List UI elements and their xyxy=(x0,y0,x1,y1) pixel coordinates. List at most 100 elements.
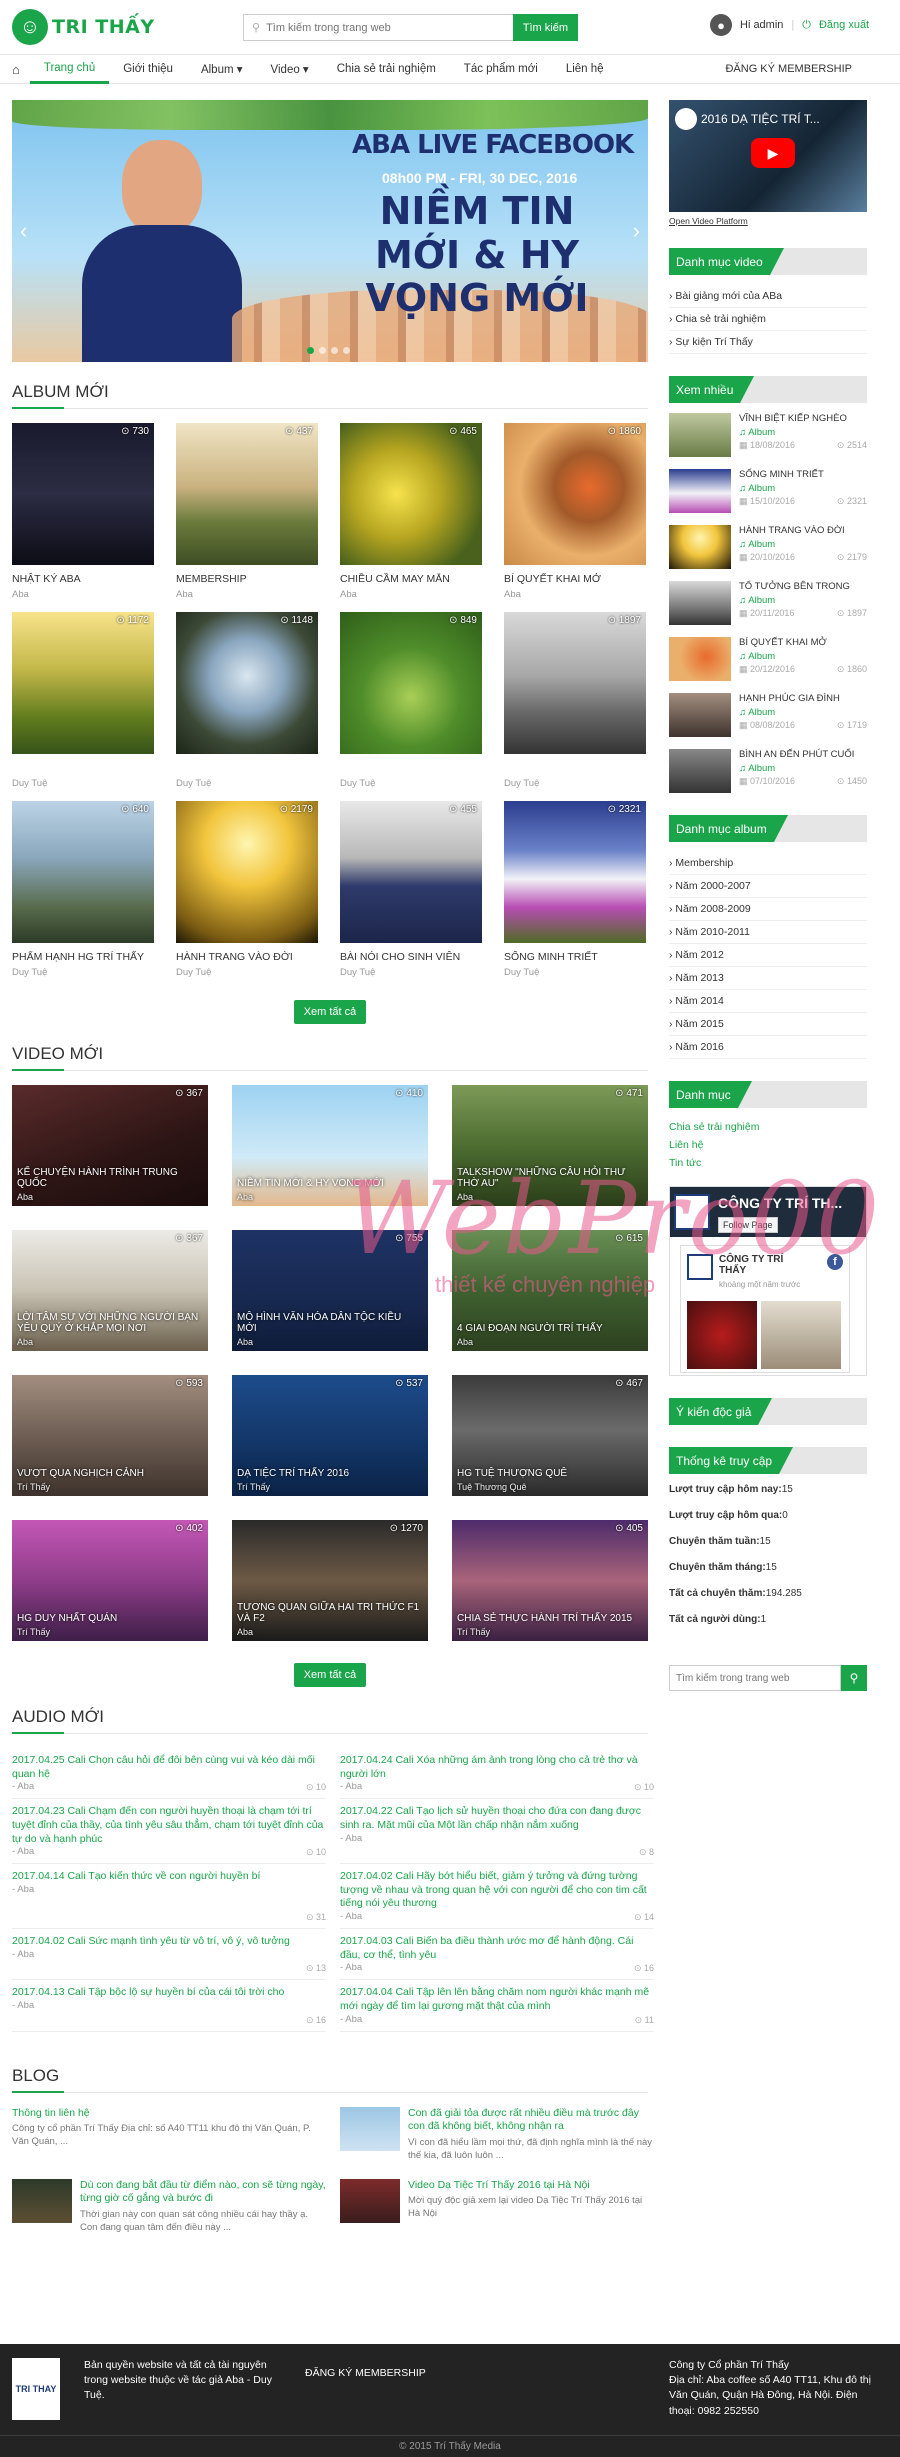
home-icon[interactable]: ⌂ xyxy=(12,55,30,84)
blog-title[interactable]: Video Dạ Tiệc Trí Thấy 2016 tại Hà Nội xyxy=(408,2179,654,2193)
album-card[interactable]: ⊙ 465 CHIỀU CẦM MAY MẮN Aba xyxy=(340,423,482,600)
video-name[interactable]: VƯỢT QUA NGHỊCH CẢNH xyxy=(17,1468,203,1479)
album-name[interactable]: BÍ QUYẾT KHAI MỞ xyxy=(504,573,646,586)
album-name[interactable]: PHẨM HẠNH HG TRÍ THẤY xyxy=(12,951,154,964)
video-card[interactable]: ⊙ 467 HG Tuệ Thượng Quê Tuệ Thương Quê xyxy=(452,1375,648,1496)
video-name[interactable]: DẠ TIỆC TRÍ THẤY 2016 xyxy=(237,1468,423,1479)
video-card[interactable]: ⊙ 537 DẠ TIỆC TRÍ THẤY 2016 Trí Thấy xyxy=(232,1375,428,1496)
popular-category[interactable]: ♫ Album xyxy=(739,539,867,550)
audio-title[interactable]: 2017.04.24 Cali Xóa những ám ảnh trong l… xyxy=(340,1754,654,1781)
popular-item[interactable]: HÀNH TRANG VÀO ĐỜI ♫ Album ▦ 20/10/2016 ⊙ 2… xyxy=(669,525,867,569)
album-name[interactable]: CHIỀU CẦM MAY MẮN xyxy=(340,573,482,586)
video-thumbnail[interactable]: ⊙ 467 HG Tuệ Thượng Quê Tuệ Thương Quê xyxy=(452,1375,648,1496)
video-thumbnail[interactable]: ⊙ 367 KỂ CHUYỆN HÀNH TRÌNH TRUNG QUỐC Aba xyxy=(12,1085,208,1206)
album-thumbnail[interactable]: ⊙ 1860 xyxy=(504,423,646,565)
membership-link[interactable]: ĐĂNG KÝ MEMBERSHIP xyxy=(725,63,852,75)
album-name[interactable]: SỐNG MINH TRIẾT xyxy=(504,951,646,964)
popular-item[interactable]: TỔ TƯỞNG BÊN TRONG ♫ Album ▦ 20/11/2016 ⊙ 1… xyxy=(669,581,867,625)
popular-title[interactable]: BÌNH AN ĐẾN PHÚT CUỐI xyxy=(739,749,867,760)
audio-title[interactable]: 2017.04.02 Cali Sức mạnh tình yêu từ vô … xyxy=(12,1935,326,1949)
video-name[interactable]: NIỀM TIN MỚI & HY VỌNG MỚI xyxy=(237,1178,423,1189)
video-category-link[interactable]: Bài giảng mới của ABa xyxy=(669,285,867,308)
popular-category-label[interactable]: Album xyxy=(748,539,775,550)
video-thumbnail[interactable]: ⊙ 410 NIỀM TIN MỚI & HY VỌNG MỚI Aba xyxy=(232,1085,428,1206)
nav-item-works[interactable]: Tác phẩm mới xyxy=(450,55,552,84)
audio-item[interactable]: 2017.04.23 Cali Chạm đến con người huyền… xyxy=(12,1799,326,1865)
audio-item[interactable]: 2017.04.02 Cali Hãy bớt hiểu biết, giảm … xyxy=(340,1864,654,1930)
blog-item[interactable]: Dù con đang bắt đầu từ điểm nào, con sẽ … xyxy=(12,2178,326,2235)
popular-item[interactable]: SỐNG MINH TRIẾT ♫ Album ▦ 15/10/2016 ⊙ 2321 xyxy=(669,469,867,513)
album-category-link[interactable]: Năm 2015 xyxy=(669,1013,867,1036)
album-name[interactable] xyxy=(176,762,318,775)
album-view-all-button[interactable]: Xem tất cả xyxy=(293,1000,367,1024)
video-name[interactable]: MÔ HÌNH VĂN HÓA DÂN TỘC KIỀU MỚI xyxy=(237,1312,423,1334)
popular-category-label[interactable]: Album xyxy=(748,763,775,774)
album-card[interactable]: ⊙ 1148 Duy Tuệ xyxy=(176,612,318,789)
audio-item[interactable]: 2017.04.04 Cali Tập lên lên bằng chăm no… xyxy=(340,1980,654,2032)
fb-post-image[interactable] xyxy=(761,1301,841,1369)
album-category-link[interactable]: Membership xyxy=(669,852,867,875)
popular-image[interactable] xyxy=(669,581,731,625)
blog-image[interactable] xyxy=(340,2178,400,2223)
popular-image[interactable] xyxy=(669,749,731,793)
carousel-dot[interactable] xyxy=(343,347,350,354)
video-thumbnail[interactable]: ⊙ 471 TALKSHOW "NHỮNG CÂU HỎI THƯ THỜ AU"… xyxy=(452,1085,648,1206)
popular-title[interactable]: VĨNH BIỆT KIẾP NGHÈO xyxy=(739,413,867,424)
popular-title[interactable]: BÍ QUYẾT KHAI MỞ xyxy=(739,637,867,648)
album-name[interactable] xyxy=(504,762,646,775)
nav-item-video[interactable]: Video ▾ xyxy=(257,55,323,84)
audio-title[interactable]: 2017.04.22 Cali Tạo lịch sử huyền thoại … xyxy=(340,1805,654,1832)
nav-item-home[interactable]: Trang chủ xyxy=(29,55,110,84)
next-arrow-icon[interactable]: › xyxy=(633,218,640,244)
album-name[interactable]: BÀI NÓI CHO SINH VIÊN xyxy=(340,951,482,964)
video-name[interactable]: HG Duy Nhất Quán xyxy=(17,1613,203,1624)
popular-image[interactable] xyxy=(669,693,731,737)
logo[interactable]: ☺ TRI THẤY xyxy=(12,9,155,45)
blog-title[interactable]: Con đã giải tỏa được rất nhiều điều mà t… xyxy=(408,2107,654,2134)
video-card[interactable]: ⊙ 755 MÔ HÌNH VĂN HÓA DÂN TỘC KIỀU MỚI Aba xyxy=(232,1230,428,1351)
album-card[interactable]: ⊙ 730 NHẬT KÝ ABA Aba xyxy=(12,423,154,600)
video-name[interactable]: LỜI TÂM SỰ VỚI NHỮNG NGƯỜI BẠN YÊU QUÝ Ở… xyxy=(17,1312,203,1334)
album-thumbnail[interactable]: ⊙ 1148 xyxy=(176,612,318,754)
album-card[interactable]: ⊙ 1172 Duy Tuệ xyxy=(12,612,154,789)
audio-title[interactable]: 2017.04.14 Cali Tạo kiến thức về con ngư… xyxy=(12,1870,326,1884)
blog-image[interactable] xyxy=(340,2106,400,2151)
video-card[interactable]: ⊙ 593 VƯỢT QUA NGHỊCH CẢNH Trí Thấy xyxy=(12,1375,208,1496)
prev-arrow-icon[interactable]: ‹ xyxy=(20,218,27,244)
user-greeting[interactable]: Hi admin xyxy=(740,19,783,31)
popular-image[interactable] xyxy=(669,413,731,457)
popular-category[interactable]: ♫ Album xyxy=(739,483,867,494)
audio-item[interactable]: 2017.04.13 Cali Tập bộc lộ sự huyền bí c… xyxy=(12,1980,326,2032)
popular-image[interactable] xyxy=(669,637,731,681)
popular-category[interactable]: ♫ Album xyxy=(739,427,867,438)
play-icon[interactable]: ▶ xyxy=(751,138,795,168)
search-button[interactable]: Tìm kiếm xyxy=(512,14,578,41)
popular-item[interactable]: VĨNH BIỆT KIẾP NGHÈO ♫ Album ▦ 18/08/2016 ⊙… xyxy=(669,413,867,457)
audio-title[interactable]: 2017.04.04 Cali Tập lên lên bằng chăm no… xyxy=(340,1986,654,2013)
logout-link[interactable]: Đăng xuất xyxy=(819,19,869,31)
audio-item[interactable]: 2017.04.14 Cali Tạo kiến thức về con ngư… xyxy=(12,1864,326,1930)
video-card[interactable]: ⊙ 471 TALKSHOW "NHỮNG CÂU HỎI THƯ THỜ AU"… xyxy=(452,1085,648,1206)
video-thumbnail[interactable]: ⊙ 755 MÔ HÌNH VĂN HÓA DÂN TỘC KIỀU MỚI Aba xyxy=(232,1230,428,1351)
video-card[interactable]: ⊙ 405 Chia sẻ thực hành Trí Thấy 2015 Trí … xyxy=(452,1520,648,1641)
album-name[interactable]: MEMBERSHIP xyxy=(176,573,318,586)
user-avatar-icon[interactable]: ● xyxy=(710,14,732,36)
video-name[interactable]: 4 GIAI ĐOẠN NGƯỜI TRÍ THẤY xyxy=(457,1323,643,1334)
facebook-widget[interactable]: CÔNG TY TRÍ TH... Follow Page CÔNG TY TR… xyxy=(669,1186,867,1376)
nav-item-share[interactable]: Chia sẻ trải nghiệm xyxy=(323,55,450,84)
album-thumbnail[interactable]: ⊙ 1172 xyxy=(12,612,154,754)
album-thumbnail[interactable]: ⊙ 437 xyxy=(176,423,318,565)
album-thumbnail[interactable]: ⊙ 465 xyxy=(340,423,482,565)
search-icon[interactable]: ⚲ xyxy=(841,1665,867,1691)
blog-item[interactable]: Thông tin liên hệ Công ty cổ phần Trí Thấ… xyxy=(12,2107,326,2163)
album-name[interactable]: NHẬT KÝ ABA xyxy=(12,573,154,586)
video-card[interactable]: ⊙ 615 4 GIAI ĐOẠN NGƯỜI TRÍ THẤY Aba xyxy=(452,1230,648,1351)
popular-item[interactable]: BÍ QUYẾT KHAI MỞ ♫ Album ▦ 20/12/2016 ⊙ 186… xyxy=(669,637,867,681)
carousel-dot[interactable] xyxy=(307,347,314,354)
audio-item[interactable]: 2017.04.24 Cali Xóa những ám ảnh trong l… xyxy=(340,1748,654,1800)
blog-image[interactable] xyxy=(12,2178,72,2223)
video-card[interactable]: ⊙ 410 NIỀM TIN MỚI & HY VỌNG MỚI Aba xyxy=(232,1085,428,1206)
audio-title[interactable]: 2017.04.03 Cali Biến ba điều thành ước m… xyxy=(340,1935,654,1962)
video-view-all-button[interactable]: Xem tất cả xyxy=(293,1663,367,1687)
popular-title[interactable]: SỐNG MINH TRIẾT xyxy=(739,469,867,480)
